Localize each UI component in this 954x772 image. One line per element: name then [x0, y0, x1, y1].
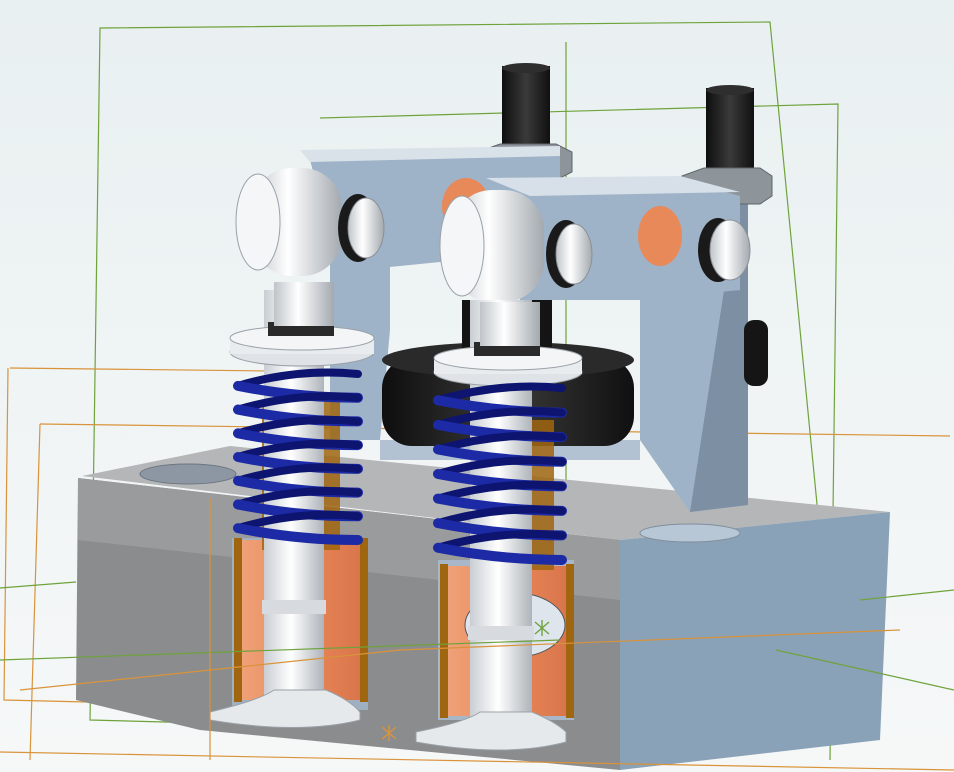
- block-side-face[interactable]: [620, 512, 890, 770]
- guide-edge-left-a: [234, 538, 242, 702]
- stud-body-left: [502, 66, 550, 156]
- stud-top-left: [502, 63, 550, 73]
- stud-body-right: [706, 88, 754, 178]
- pivot-left-face: [235, 173, 281, 271]
- stem-collar-right: [468, 626, 534, 640]
- cad-viewport[interactable]: [0, 0, 954, 772]
- stem-collar-left: [262, 600, 326, 614]
- pin-right[interactable]: [709, 219, 751, 281]
- pin-middle[interactable]: [555, 223, 593, 285]
- pin-left[interactable]: [347, 197, 385, 259]
- guide-edge-left-b: [360, 538, 368, 702]
- rocker-bushing-front: [638, 206, 682, 266]
- block-bolt-hole-left: [139, 463, 237, 485]
- rocker-pivot-right[interactable]: [698, 218, 751, 282]
- guide-edge-right-a: [440, 564, 448, 718]
- pivot-middle-face: [439, 195, 485, 297]
- block-bolt-hole-right: [639, 523, 741, 543]
- valve-tip-right: [480, 302, 540, 346]
- model-canvas[interactable]: [0, 0, 954, 772]
- valve-tip-left: [274, 282, 334, 326]
- cam-roller-right[interactable]: [744, 320, 768, 386]
- guide-edge-right-b: [566, 564, 574, 718]
- stud-top-right: [706, 85, 754, 95]
